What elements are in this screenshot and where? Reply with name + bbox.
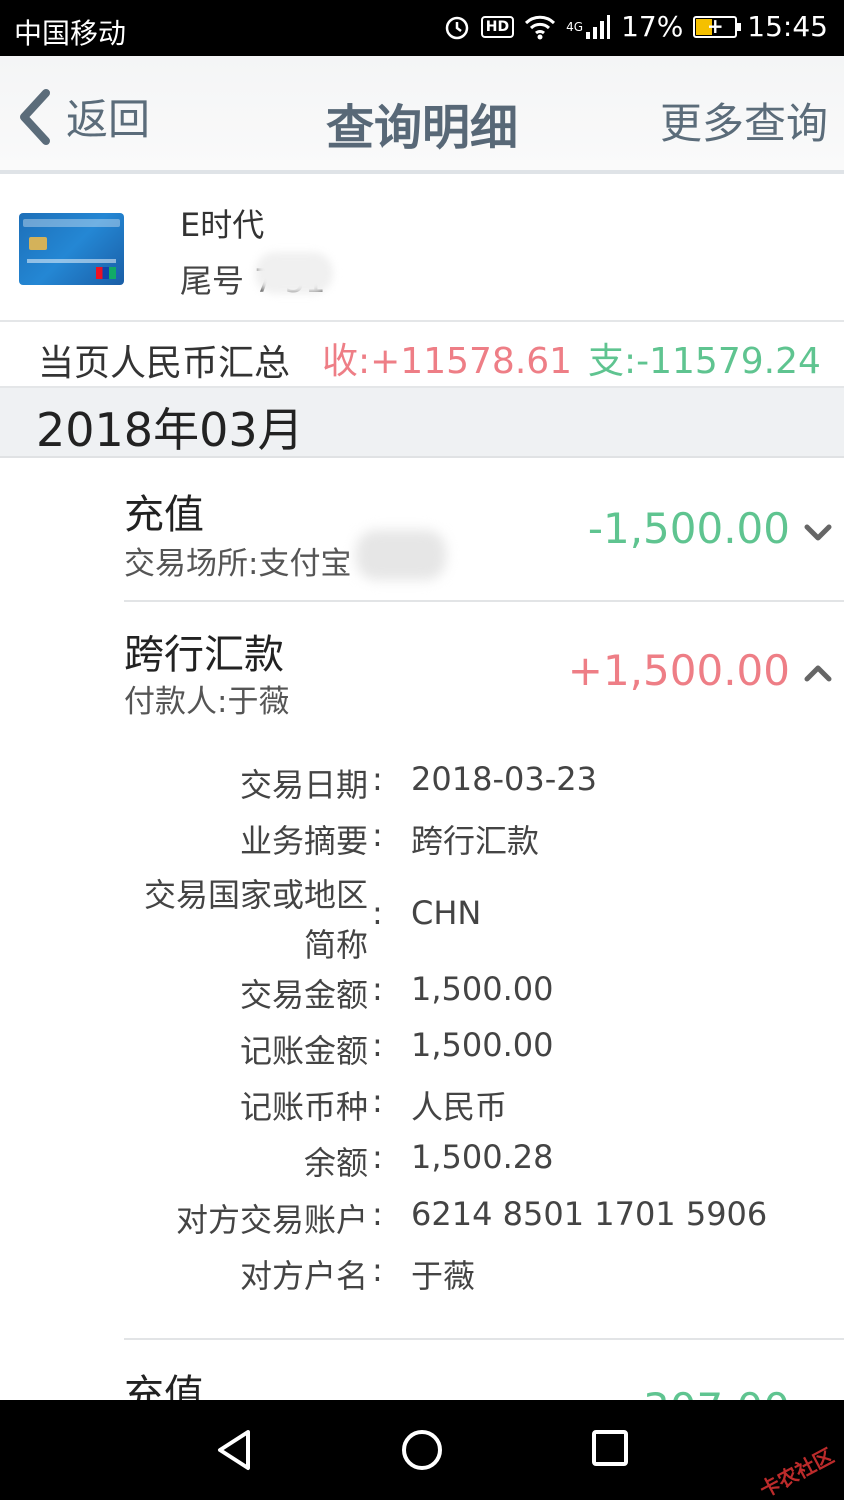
detail-label: 记账金额: [239, 1032, 368, 1070]
detail-value: 人民币: [411, 1088, 508, 1126]
battery-icon: +: [693, 14, 742, 38]
status-bar: 中国移动 HD 4G 17% + 15:45: [0, 0, 844, 56]
transaction-title: 充值: [124, 1372, 204, 1400]
bank-card-image: [19, 213, 124, 285]
summary-expense: 支:-11579.24: [588, 341, 821, 382]
transaction-amount: -307.00: [628, 1384, 790, 1400]
transaction-row[interactable]: 充值 -307.00: [0, 1340, 844, 1400]
network-type: 4G: [566, 19, 584, 34]
transaction-title: 充值: [124, 492, 204, 538]
summary-label: 当页人民币汇总: [38, 343, 291, 384]
battery-percent: 17%: [621, 10, 684, 43]
detail-value: 1,500.00: [411, 1026, 554, 1064]
alarm-icon: [443, 13, 471, 41]
back-triangle-icon[interactable]: [214, 1428, 254, 1472]
transaction-subtitle: 交易场所:支付宝: [124, 546, 352, 582]
detail-value: 跨行汇款: [411, 822, 540, 860]
detail-label: 交易日期: [239, 766, 368, 804]
month-label: 2018年03月: [36, 403, 304, 457]
more-query-button[interactable]: 更多查询: [660, 90, 828, 151]
detail-value: 1,500.00: [411, 970, 554, 1008]
signal-icon: 4G: [566, 14, 611, 40]
detail-label: 业务摘要: [239, 822, 368, 860]
privacy-blur: [255, 252, 333, 294]
detail-value: 1,500.28: [411, 1138, 554, 1176]
transaction-row[interactable]: 跨行汇款 付款人:于薇 +1,500.00: [0, 602, 844, 732]
home-circle-icon[interactable]: [400, 1428, 444, 1472]
detail-label: 余额: [303, 1144, 368, 1182]
detail-label: 交易金额: [239, 976, 368, 1014]
detail-value: 于薇: [411, 1257, 476, 1295]
month-header: 2018年03月: [0, 388, 844, 458]
nav-header: 返回 查询明细 更多查询: [0, 56, 844, 174]
detail-label: 交易国家或地区简称: [143, 876, 368, 964]
card-info: E时代 尾号 7 51: [0, 178, 844, 322]
privacy-blur: [356, 530, 446, 580]
card-name: E时代: [180, 206, 265, 244]
summary-income: 收:+11578.61: [322, 341, 573, 382]
status-icons: HD 4G 17% + 15:45: [443, 10, 828, 43]
detail-value: 2018-03-23: [411, 760, 597, 798]
detail-label: 对方交易账户: [175, 1201, 368, 1239]
chevron-down-icon[interactable]: [802, 516, 834, 548]
wifi-icon: [524, 14, 556, 40]
chevron-up-icon[interactable]: [802, 658, 834, 690]
recents-square-icon[interactable]: [590, 1428, 630, 1468]
clock: 15:45: [747, 10, 828, 43]
hd-icon: HD: [480, 15, 515, 38]
detail-value: CHN: [411, 894, 482, 932]
page-summary: 当页人民币汇总 收:+11578.61 支:-11579.24: [0, 322, 844, 388]
detail-value: 6214 8501 1701 5906: [411, 1195, 768, 1233]
transaction-amount: -1,500.00: [587, 504, 790, 553]
detail-label: 记账币种: [239, 1088, 368, 1126]
watermark: 卡农社区: [755, 1443, 838, 1500]
carrier-name: 中国移动: [14, 17, 127, 50]
detail-label: 对方户名: [239, 1257, 368, 1295]
transaction-title: 跨行汇款: [124, 632, 284, 678]
transaction-amount: +1,500.00: [567, 646, 790, 695]
system-nav-bar: 卡农社区: [0, 1400, 844, 1500]
detail-row: 交易国家或地区简称 : CHN: [0, 870, 844, 970]
transaction-subtitle: 付款人:于薇: [124, 684, 290, 720]
